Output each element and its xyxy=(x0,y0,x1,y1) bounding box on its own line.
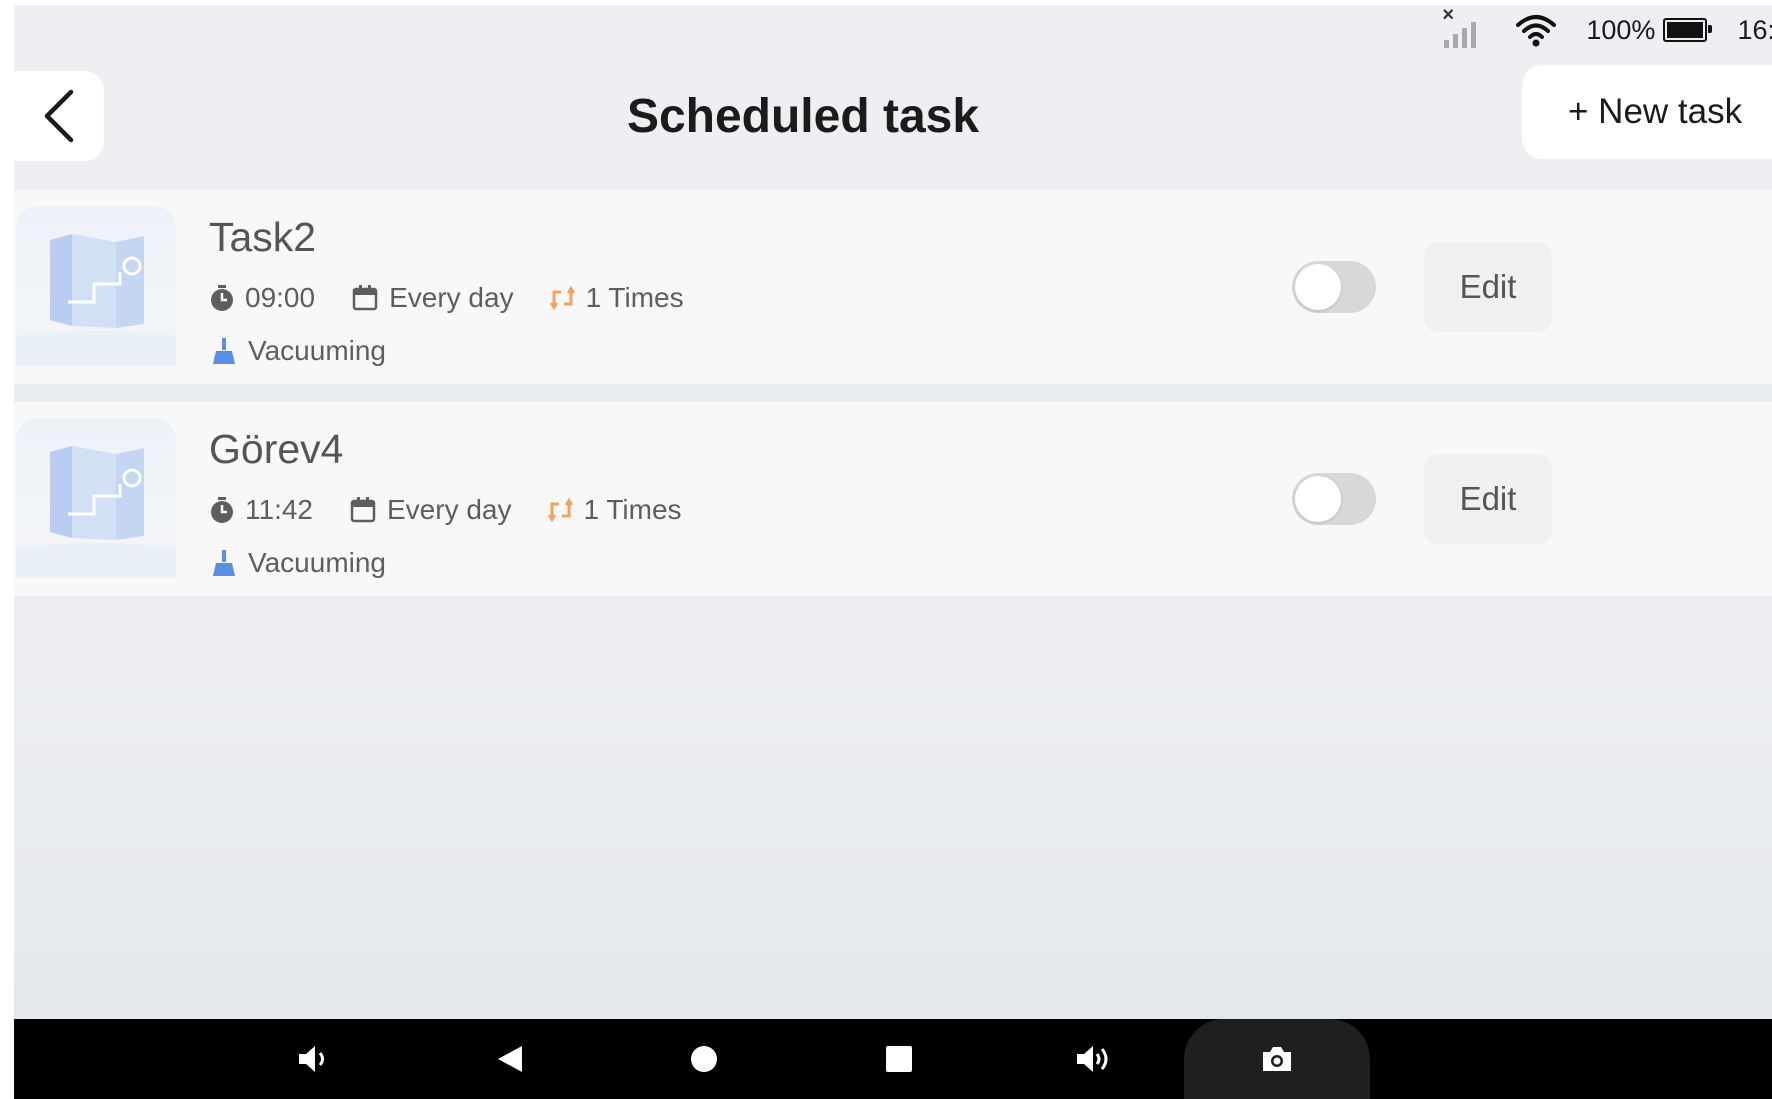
task-row[interactable]: Task2 09:00 Every day 1 Times Vacuuming … xyxy=(14,190,1772,402)
task-mode: Vacuuming xyxy=(212,547,386,579)
system-nav-bar xyxy=(14,1019,1772,1099)
task-time: 11:42 xyxy=(209,494,313,526)
broom-icon xyxy=(213,550,235,576)
camera-icon-wrap xyxy=(1247,1019,1307,1099)
back-nav-button[interactable] xyxy=(480,1019,540,1099)
toggle-knob xyxy=(1295,476,1341,522)
broom-icon xyxy=(213,338,235,364)
task-time: 09:00 xyxy=(209,282,315,314)
volume-up-button[interactable] xyxy=(1064,1019,1124,1099)
repeat-icon xyxy=(549,285,575,311)
wifi-icon xyxy=(1516,13,1557,47)
task-meta: 11:42 Every day 1 Times xyxy=(209,494,718,526)
map-thumbnail xyxy=(16,418,176,578)
task-mode-label: Vacuuming xyxy=(248,335,387,366)
volume-down-button[interactable] xyxy=(284,1019,344,1099)
signal-icon: × xyxy=(1442,5,1486,50)
new-task-button[interactable]: + New task xyxy=(1522,65,1772,159)
status-bar: × 100% 16:2 xyxy=(14,5,1772,55)
camera-icon xyxy=(1263,1047,1291,1071)
task-repeat-label: Every day xyxy=(387,494,512,525)
header: Scheduled task + New task xyxy=(14,61,1772,185)
task-time-label: 11:42 xyxy=(245,494,313,525)
task-repeat-label: Every day xyxy=(389,282,514,313)
clock: 16:2 xyxy=(1737,14,1772,45)
task-row[interactable]: Görev4 11:42 Every day 1 Times Vacuuming… xyxy=(14,402,1772,596)
home-nav-button[interactable] xyxy=(674,1019,734,1099)
screenshot-button[interactable] xyxy=(1184,1019,1370,1099)
repeat-icon xyxy=(547,497,573,523)
task-count-label: 1 Times xyxy=(585,282,684,313)
task-count: 1 Times xyxy=(549,282,684,314)
recents-nav-button[interactable] xyxy=(869,1019,929,1099)
edit-button[interactable]: Edit xyxy=(1424,454,1552,544)
task-count-label: 1 Times xyxy=(583,494,682,525)
edit-button[interactable]: Edit xyxy=(1424,242,1552,332)
back-triangle-icon xyxy=(498,1046,522,1072)
calendar-icon xyxy=(352,285,378,311)
task-mode-label: Vacuuming xyxy=(248,547,387,578)
map-thumbnail xyxy=(16,206,176,366)
task-time-label: 09:00 xyxy=(245,282,316,313)
page-title: Scheduled task xyxy=(626,90,980,143)
clock-icon xyxy=(211,285,233,311)
map-icon xyxy=(16,446,176,578)
volume-up-icon xyxy=(1077,1046,1108,1072)
calendar-icon xyxy=(350,497,376,523)
task-name: Task2 xyxy=(209,214,317,260)
recents-square-icon xyxy=(886,1046,912,1072)
task-list: Task2 09:00 Every day 1 Times Vacuuming … xyxy=(14,190,1772,596)
task-repeat: Every day xyxy=(351,282,514,314)
task-enable-toggle[interactable] xyxy=(1292,261,1376,313)
home-circle-icon xyxy=(691,1046,717,1072)
map-icon xyxy=(16,234,176,366)
battery-percent: 100% xyxy=(1586,14,1656,45)
battery-status: 100% xyxy=(1586,14,1713,46)
volume-down-icon xyxy=(299,1046,324,1072)
task-meta: 09:00 Every day 1 Times xyxy=(209,282,720,314)
task-name: Görev4 xyxy=(209,426,344,472)
toggle-knob xyxy=(1295,264,1341,310)
task-repeat: Every day xyxy=(349,494,512,526)
battery-icon xyxy=(1663,18,1713,42)
task-count: 1 Times xyxy=(547,494,682,526)
screen: × 100% 16:2 xyxy=(14,5,1772,1099)
task-enable-toggle[interactable] xyxy=(1292,473,1376,525)
task-mode: Vacuuming xyxy=(212,335,386,367)
clock-icon xyxy=(211,497,233,523)
